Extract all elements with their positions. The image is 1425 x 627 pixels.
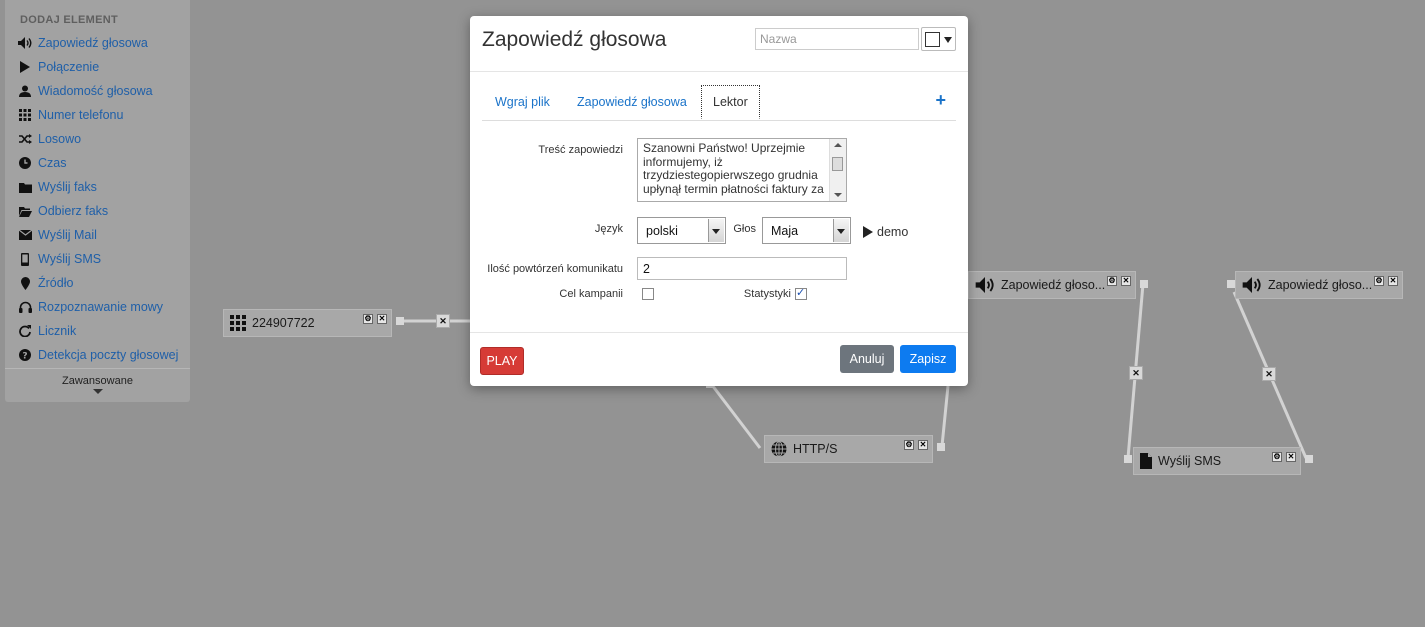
voice-announcement-dialog: Zapowiedź głosowa Wgraj plik Zapowiedź g… — [470, 16, 968, 386]
demo-label: demo — [877, 225, 909, 239]
gear-icon[interactable]: ⚙ — [904, 440, 914, 450]
chevron-down-icon — [833, 219, 849, 242]
connection-port[interactable] — [1305, 455, 1313, 463]
content-textarea[interactable]: Szanowni Państwo! Uprzejmie informujemy,… — [637, 138, 847, 202]
chevron-down-icon — [944, 37, 952, 43]
scroll-up-icon — [834, 143, 842, 147]
add-icon[interactable]: + — [935, 90, 946, 111]
gear-icon[interactable]: ⚙ — [1272, 452, 1282, 462]
dialog-title: Zapowiedź głosowa — [482, 28, 667, 51]
content-text: Szanowni Państwo! Uprzejmie informujemy,… — [643, 141, 824, 196]
node-label: 224907722 — [252, 316, 315, 330]
close-icon[interactable]: ✕ — [918, 440, 928, 450]
statistics-checkbox[interactable] — [795, 286, 807, 300]
cancel-button[interactable]: Anuluj — [840, 345, 894, 373]
voice-label: Głos — [733, 223, 756, 235]
gear-icon[interactable]: ⚙ — [363, 314, 373, 324]
close-icon[interactable]: ✕ — [1286, 452, 1296, 462]
delete-connection-button[interactable]: ✕ — [1262, 367, 1276, 381]
name-input[interactable] — [755, 28, 919, 50]
play-button[interactable]: PLAY — [480, 347, 524, 375]
file-icon — [1140, 453, 1152, 469]
node-label: Zapowiedź głoso... — [1268, 278, 1373, 292]
language-value: polski — [646, 224, 678, 238]
canvas-node-phone-number[interactable]: 224907722 ⚙ ✕ — [223, 309, 392, 337]
gear-icon[interactable]: ⚙ — [1107, 276, 1117, 286]
voice-select[interactable]: Maja — [762, 217, 851, 244]
chevron-down-icon — [708, 219, 724, 242]
close-icon[interactable]: ✕ — [377, 314, 387, 324]
save-button[interactable]: Zapisz — [900, 345, 956, 373]
canvas-node-http[interactable]: HTTP/S ⚙ ✕ — [764, 435, 933, 463]
connection-port[interactable] — [396, 317, 404, 325]
tab-bar: Wgraj plik Zapowiedź głosowa Lektor + — [482, 85, 956, 121]
language-label: Język — [594, 223, 623, 235]
content-label: Treść zapowiedzi — [538, 144, 623, 156]
grid-icon — [230, 315, 246, 331]
delete-connection-button[interactable]: ✕ — [436, 314, 450, 328]
tab-voice-announcement[interactable]: Zapowiedź głosowa — [577, 85, 687, 119]
canvas-node-voice-announcement[interactable]: Zapowiedź głoso... ⚙ ✕ — [1235, 271, 1403, 299]
node-label: HTTP/S — [793, 442, 838, 456]
speaker-icon — [1242, 277, 1262, 293]
repeat-count-label: Ilość powtórzeń komunikatu — [487, 263, 623, 275]
canvas-node-voice-announcement[interactable]: Zapowiedź głoso... ⚙ ✕ — [968, 271, 1136, 299]
speaker-icon — [975, 277, 995, 293]
node-label: Wyślij SMS — [1158, 454, 1222, 468]
connection-port[interactable] — [1227, 280, 1235, 288]
divider — [470, 71, 968, 72]
canvas-node-send-sms[interactable]: Wyślij SMS ⚙ ✕ — [1133, 447, 1301, 475]
statistics-label: Statystyki — [743, 288, 791, 300]
language-select[interactable]: polski — [637, 217, 726, 244]
connection-port[interactable] — [1140, 280, 1148, 288]
campaign-goal-checkbox[interactable] — [642, 288, 654, 300]
scroll-down-icon — [834, 193, 842, 197]
node-label: Zapowiedź głoso... — [1001, 278, 1106, 292]
globe-icon — [771, 441, 787, 457]
campaign-goal-label: Cel kampanii — [559, 288, 623, 300]
repeat-count-input[interactable] — [637, 257, 847, 280]
delete-connection-button[interactable]: ✕ — [1129, 366, 1143, 380]
tab-upload-file[interactable]: Wgraj plik — [495, 85, 550, 119]
connection-port[interactable] — [937, 443, 945, 451]
close-icon[interactable]: ✕ — [1388, 276, 1398, 286]
tab-reader[interactable]: Lektor — [701, 85, 760, 119]
voice-value: Maja — [771, 224, 799, 238]
scrollbar[interactable] — [829, 139, 846, 201]
color-picker[interactable] — [921, 27, 956, 51]
scroll-thumb[interactable] — [832, 157, 843, 171]
play-icon — [863, 226, 873, 238]
divider — [470, 332, 968, 333]
close-icon[interactable]: ✕ — [1121, 276, 1131, 286]
gear-icon[interactable]: ⚙ — [1374, 276, 1384, 286]
connection-port[interactable] — [1124, 455, 1132, 463]
demo-button[interactable]: demo — [863, 225, 908, 239]
color-swatch — [925, 32, 940, 47]
